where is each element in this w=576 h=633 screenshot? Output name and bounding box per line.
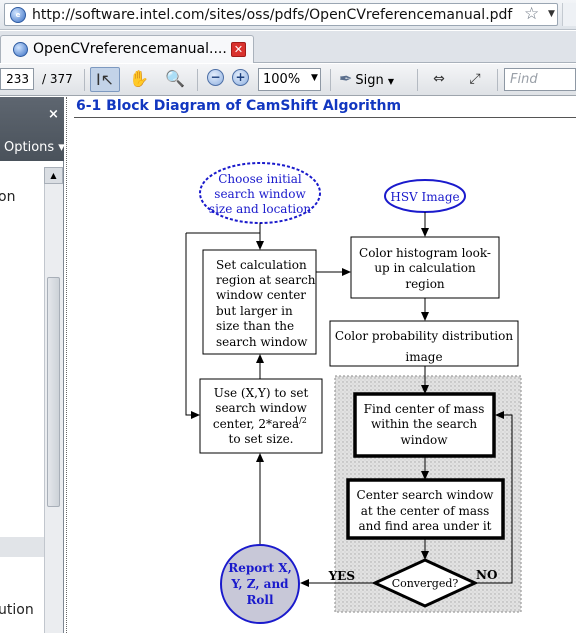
tab-label: OpenCVreferencemanual....: [33, 41, 227, 57]
set-calc-line-1: Set calculation: [216, 258, 307, 272]
address-bar-edge: [562, 3, 576, 26]
zoom-value: 100%: [263, 72, 301, 87]
bookmark-star-icon[interactable]: ☆: [524, 4, 539, 24]
site-favicon-icon: e: [10, 7, 26, 23]
fit-page-icon[interactable]: ⤢: [460, 67, 490, 92]
report-line-1: Report X,: [228, 561, 292, 575]
choose-line-3: size and location: [209, 202, 311, 216]
scrollbar-thumb[interactable]: [47, 277, 60, 507]
use-xy-line-3: center, 2*area: [213, 417, 299, 431]
camshift-diagram: Choose initial search window size and lo…: [185, 162, 522, 624]
sign-dropdown-icon: ▼: [387, 77, 395, 86]
hand-tool-icon[interactable]: ✋: [124, 67, 154, 92]
hsv-label: HSV Image: [390, 190, 459, 204]
histogram-line-1: Color histogram look-: [359, 246, 491, 260]
toolbar-divider: [497, 69, 498, 91]
bookmark-selected-row[interactable]: [0, 537, 44, 557]
report-line-2: Y, Z, and: [230, 577, 289, 591]
zoom-select[interactable]: 100% ▼: [258, 68, 321, 91]
no-label: NO: [476, 568, 497, 582]
find-mass-line-2: within the search: [371, 417, 477, 431]
address-bar: e http://software.intel.com/sites/oss/pd…: [0, 0, 576, 30]
tab-strip: OpenCVreferencemanual.... ✕: [0, 31, 576, 63]
set-calc-line-4: but larger in: [216, 304, 293, 318]
zoom-out-icon[interactable]: −: [207, 69, 224, 86]
histogram-line-3: region: [405, 277, 445, 291]
tab-favicon-icon: [13, 42, 28, 57]
set-calc-line-2: region at search: [216, 273, 316, 287]
pen-icon: ✒: [339, 69, 353, 88]
zoom-dropdown-icon: ▼: [311, 73, 318, 83]
page-total: / 377: [42, 72, 73, 86]
yes-label: YES: [328, 569, 355, 583]
bookmark-item[interactable]: ution: [0, 602, 34, 618]
probability-line-1: Color probability distribution: [335, 329, 513, 343]
center-win-line-1: Center search window: [357, 488, 495, 502]
scroll-up-icon[interactable]: ▲: [44, 167, 63, 184]
panel-close-icon[interactable]: ×: [48, 107, 59, 122]
marquee-zoom-icon[interactable]: 🔍: [160, 67, 190, 92]
url-field[interactable]: e http://software.intel.com/sites/oss/pd…: [4, 3, 558, 26]
bookmark-item[interactable]: on: [0, 189, 15, 205]
select-text-tool-icon[interactable]: I↖: [90, 67, 120, 92]
choose-line-1: Choose initial: [218, 172, 302, 186]
url-dropdown-icon[interactable]: ▼: [548, 9, 555, 19]
use-xy-superscript: 1/2: [294, 416, 307, 425]
use-xy-line-1: Use (X,Y) to set: [214, 386, 309, 400]
toolbar-divider: [330, 69, 331, 91]
set-calc-line-3: window center: [216, 288, 306, 302]
pdf-page: 6-1 Block Diagram of CamShift Algorithm …: [66, 97, 576, 633]
use-xy-line-4: to set size.: [229, 432, 294, 446]
center-win-line-3: and find area under it: [358, 519, 491, 533]
toolbar-divider: [197, 69, 198, 91]
find-input[interactable]: Find: [504, 68, 576, 91]
tab-close-icon[interactable]: ✕: [231, 42, 246, 57]
zoom-in-icon[interactable]: +: [232, 69, 249, 86]
page-number-input[interactable]: 233: [0, 68, 34, 90]
fit-width-icon[interactable]: ⇔: [424, 67, 454, 92]
toolbar-divider: [417, 69, 418, 91]
find-mass-line-3: window: [400, 433, 448, 447]
pdf-toolbar: 233 / 377 I↖ ✋ 🔍 − + 100% ▼ ✒ Sign ▼ ⇔ ⤢ …: [0, 64, 576, 96]
center-win-line-2: at the center of mass: [361, 504, 490, 518]
find-mass-line-1: Find center of mass: [364, 402, 485, 416]
toolbar-divider: [84, 69, 85, 91]
bookmarks-panel: × Options ▾ on ution ▲: [0, 97, 65, 633]
url-text[interactable]: http://software.intel.com/sites/oss/pdfs…: [32, 7, 512, 23]
panel-options-button[interactable]: Options ▾: [4, 140, 65, 155]
set-calc-line-5: size than the: [216, 319, 294, 333]
sign-label: Sign: [355, 73, 384, 88]
sign-button[interactable]: ✒ Sign ▼: [339, 69, 394, 88]
use-xy-line-2: search window: [215, 401, 307, 415]
histogram-line-2: up in calculation: [374, 261, 476, 275]
probability-line-2: image: [405, 350, 442, 364]
converged-label: Converged?: [392, 577, 459, 590]
tab-opencv-manual[interactable]: OpenCVreferencemanual.... ✕: [0, 35, 254, 63]
panel-header: × Options ▾: [0, 97, 65, 161]
report-line-3: Roll: [246, 593, 274, 607]
choose-line-2: search window: [214, 187, 306, 201]
set-calc-line-6: search window: [216, 335, 308, 349]
